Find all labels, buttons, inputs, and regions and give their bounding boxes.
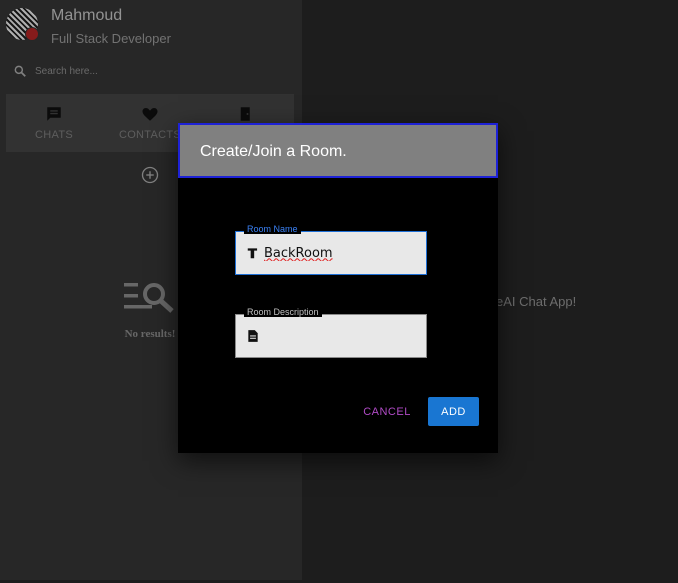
add-button[interactable]: ADD	[428, 397, 479, 426]
cancel-button[interactable]: CANCEL	[356, 397, 418, 426]
text-format-icon	[247, 248, 258, 259]
dialog-header: Create/Join a Room.	[178, 123, 498, 178]
room-description-input[interactable]	[264, 327, 419, 345]
description-icon	[248, 330, 258, 342]
dialog-title: Create/Join a Room.	[200, 143, 347, 160]
room-name-field[interactable]: Room Name	[235, 224, 427, 275]
room-description-field[interactable]: Room Description	[235, 307, 427, 358]
room-description-label: Room Description	[244, 307, 322, 317]
room-name-label: Room Name	[244, 224, 301, 234]
room-name-input[interactable]	[264, 244, 419, 262]
create-room-dialog: Create/Join a Room. Room Name Room Descr…	[178, 123, 498, 453]
